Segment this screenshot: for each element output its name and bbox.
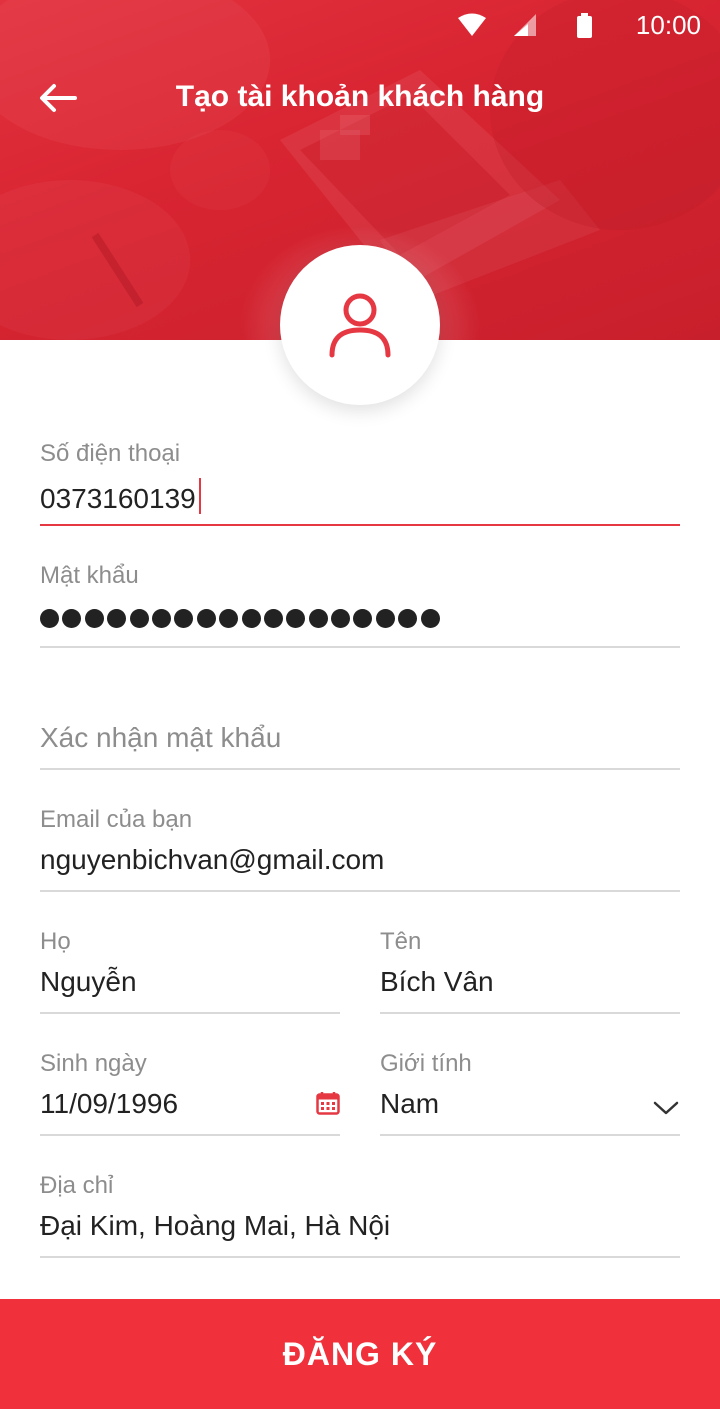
password-dot (375, 609, 395, 628)
birthday-label: Sinh ngày (40, 1050, 147, 1077)
password-dot (241, 609, 261, 628)
first-name-field[interactable]: Tên Bích Vân (380, 928, 680, 1016)
password-dot (107, 609, 127, 628)
phone-label: Số điện thoại (40, 440, 181, 467)
password-dot (263, 609, 283, 628)
status-time: 10:00 (635, 10, 701, 40)
password-field[interactable]: Mật khẩu (40, 562, 680, 650)
password-dot (129, 609, 149, 628)
page-title: Tạo tài khoản khách hàng (175, 80, 545, 113)
password-dot (84, 609, 104, 628)
password-label: Mật khẩu (40, 562, 139, 589)
confirm-password-input[interactable]: Xác nhận mật khẩu (40, 722, 281, 754)
last-name-field[interactable]: Họ Nguyễn (40, 928, 340, 1016)
password-dot (62, 609, 82, 628)
password-dot (420, 609, 440, 628)
password-dot (308, 609, 328, 628)
birthday-underline (40, 1134, 340, 1136)
first-name-label: Tên (380, 928, 422, 955)
avatar[interactable] (280, 245, 440, 405)
first-name-input[interactable]: Bích Vân (380, 966, 494, 998)
password-dot (398, 609, 418, 628)
address-underline (40, 1256, 680, 1258)
wifi-icon (458, 13, 486, 36)
last-name-underline (40, 1012, 340, 1014)
gender-select[interactable]: Nam (380, 1088, 439, 1120)
gender-label: Giới tính (380, 1050, 472, 1077)
text-caret (198, 478, 201, 514)
password-input[interactable] (40, 609, 440, 628)
password-dot (331, 609, 351, 628)
phone-field[interactable]: Số điện thoại 0373160139 (40, 440, 680, 528)
status-icons (458, 13, 592, 38)
email-input[interactable]: nguyenbichvan@gmail.com (40, 844, 384, 876)
password-dot (353, 609, 373, 628)
battery-icon (577, 13, 592, 38)
last-name-label: Họ (40, 928, 71, 955)
email-label: Email của bạn (40, 806, 193, 833)
app-bar: Tạo tài khoản khách hàng (0, 62, 720, 134)
status-bar: 10:00 (0, 0, 720, 50)
password-underline (40, 646, 680, 648)
register-button[interactable]: ĐĂNG KÝ (0, 1299, 720, 1409)
email-field[interactable]: Email của bạn nguyenbichvan@gmail.com (40, 806, 680, 894)
address-field[interactable]: Địa chỉ Đại Kim, Hoàng Mai, Hà Nội (40, 1172, 680, 1260)
password-dot (151, 609, 171, 628)
confirm-password-underline (40, 768, 680, 770)
birthday-input[interactable]: 11/09/1996 (40, 1088, 178, 1120)
address-label: Địa chỉ (40, 1172, 114, 1199)
email-underline (40, 890, 680, 892)
calendar-icon[interactable] (316, 1091, 340, 1115)
password-dot (174, 609, 194, 628)
phone-input[interactable]: 0373160139 (40, 478, 201, 515)
password-dot (40, 609, 59, 628)
birthday-field[interactable]: Sinh ngày 11/09/1996 (40, 1050, 340, 1138)
confirm-password-field[interactable]: Xác nhận mật khẩu (40, 684, 680, 772)
first-name-underline (380, 1012, 680, 1014)
last-name-input[interactable]: Nguyễn (40, 966, 137, 998)
user-icon (329, 293, 391, 358)
address-input[interactable]: Đại Kim, Hoàng Mai, Hà Nội (40, 1210, 390, 1242)
chevron-down-icon[interactable] (653, 1100, 679, 1116)
password-dot (286, 609, 306, 628)
phone-underline (40, 524, 680, 526)
password-dot (219, 609, 239, 628)
gender-field[interactable]: Giới tính Nam (380, 1050, 680, 1138)
signal-icon (514, 14, 536, 36)
password-dot (196, 609, 216, 628)
register-screen: 10:00 Tạo tài khoản khách hàng Số điện t… (0, 0, 720, 1409)
gender-underline (380, 1134, 680, 1136)
